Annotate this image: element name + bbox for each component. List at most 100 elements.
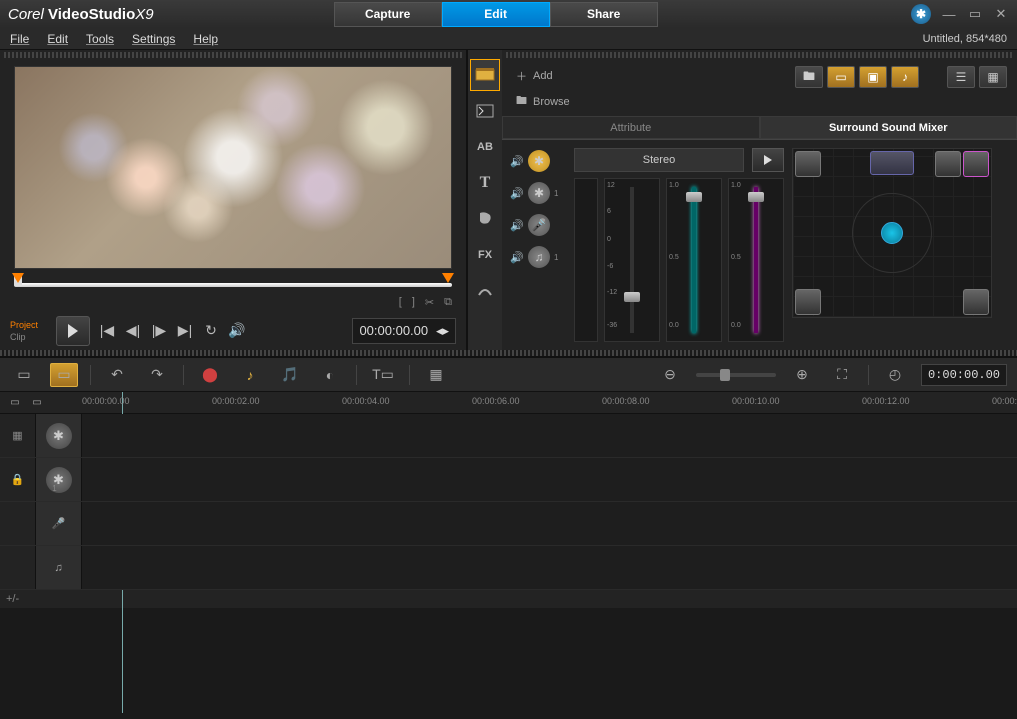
track-motion-icon[interactable]: ◐ [316, 363, 344, 387]
mark-out-icon[interactable] [442, 273, 454, 283]
menu-file[interactable]: File [10, 32, 29, 46]
tab-edit[interactable]: Edit [442, 2, 550, 27]
minimize-icon[interactable]: — [941, 6, 957, 22]
list-view-icon[interactable]: ☰ [947, 66, 975, 88]
voice-track-selector[interactable]: 🎤 [528, 214, 550, 236]
center-fader[interactable]: 1.0 0.5 0.0 [666, 178, 722, 342]
scissors-icon[interactable]: ✂ [425, 296, 434, 309]
channel-mode-dropdown[interactable]: Stereo [574, 148, 744, 172]
title-tab-icon[interactable]: T [470, 167, 500, 199]
filter-photo-icon[interactable]: ▣ [859, 66, 887, 88]
close-icon[interactable]: ✕ [993, 6, 1009, 22]
menu-settings[interactable]: Settings [132, 32, 175, 46]
ruler-tick: 00:00:00.00 [82, 396, 130, 406]
sub-fader[interactable]: 1.0 0.5 0.0 [728, 178, 784, 342]
next-frame-icon[interactable]: |▶ [149, 321, 169, 341]
help-icon[interactable]: ✱ [911, 4, 931, 24]
mark-in-icon[interactable] [12, 273, 24, 283]
multi-trim-icon[interactable]: ⧉ [444, 296, 452, 309]
track-lock-icon[interactable]: 🔒 [0, 458, 36, 501]
add-folder-button[interactable]: ＋Add [512, 66, 574, 86]
auto-music-icon[interactable]: 🎵 [276, 363, 304, 387]
storyboard-view-icon[interactable]: ▭ [10, 363, 38, 387]
video-track-selector[interactable]: ✱ [528, 150, 550, 172]
preview-viewport[interactable] [14, 66, 452, 269]
graphic-tab-icon[interactable] [470, 203, 500, 235]
ruler-tick: 00:00:04.00 [342, 396, 390, 406]
subtitle-editor-icon[interactable]: T▭ [369, 363, 397, 387]
go-start-icon[interactable]: |◀ [97, 321, 117, 341]
voice-track[interactable]: 🎤 [0, 502, 1017, 546]
video-track[interactable]: ▦ ✱ [0, 414, 1017, 458]
timeline-toolbar: ▭ ▭ ↶ ↷ ⬤ ♪ 🎵 ◐ T▭ ▦ ⊖ ⊕ ⛶ ◴ 0:00:00.00 [0, 356, 1017, 392]
menu-edit[interactable]: Edit [47, 32, 68, 46]
instant-project-icon[interactable] [470, 95, 500, 127]
tab-share[interactable]: Share [550, 2, 658, 27]
zoom-in-icon[interactable]: ⊕ [788, 363, 816, 387]
play-button[interactable] [56, 316, 90, 346]
menu-help[interactable]: Help [193, 32, 218, 46]
timeline-ruler[interactable]: ▭ ▭ 00:00:00.0000:00:02.0000:00:04.0000:… [0, 392, 1017, 414]
overlay-track-selector[interactable]: ✱ [528, 182, 550, 204]
filter-tab-icon[interactable]: FX [470, 239, 500, 271]
add-track-icon[interactable]: +/- [6, 593, 19, 605]
transition-tab-icon[interactable]: AB [470, 131, 500, 163]
tab-surround-mixer[interactable]: Surround Sound Mixer [760, 116, 1017, 139]
menu-tools[interactable]: Tools [86, 32, 114, 46]
vu-meter [574, 178, 598, 342]
workspace: [ ] ✂ ⧉ Project Clip |◀ ◀| |▶ ▶| ↻ 🔊 00:… [0, 50, 1017, 350]
preview-content [15, 67, 451, 268]
timeline-view-icon[interactable]: ▭ [50, 363, 78, 387]
browse-button[interactable]: 🖿Browse [512, 90, 574, 113]
tab-attribute[interactable]: Attribute [502, 116, 760, 139]
path-tab-icon[interactable] [470, 275, 500, 307]
chapter-menu-icon[interactable]: ▭ [28, 395, 46, 411]
thumb-view-icon[interactable]: ▦ [979, 66, 1007, 88]
media-tab-icon[interactable] [470, 59, 500, 91]
repeat-icon[interactable]: ↻ [201, 321, 221, 341]
record-icon[interactable]: ⬤ [196, 363, 224, 387]
volume-icon[interactable]: 🔊 [227, 321, 247, 341]
pan-position-icon[interactable] [881, 222, 903, 244]
preview-timecode[interactable]: 00:00:00.00 ◂▸ [352, 318, 456, 344]
maximize-icon[interactable]: ▭ [967, 6, 983, 22]
multicam-icon[interactable]: ▦ [422, 363, 450, 387]
fit-project-icon[interactable]: ⛶ [828, 363, 856, 387]
speaker-icon[interactable]: 🔊 [510, 251, 524, 264]
scrub-bar[interactable] [14, 275, 452, 292]
preview-mode-toggle[interactable]: Project Clip [10, 319, 52, 343]
filter-video-icon[interactable]: ▭ [827, 66, 855, 88]
surround-pan-pad[interactable] [792, 148, 992, 318]
go-end-icon[interactable]: ▶| [175, 321, 195, 341]
mixer-play-button[interactable] [752, 148, 784, 172]
zoom-slider[interactable] [696, 373, 776, 377]
tab-capture[interactable]: Capture [334, 2, 442, 27]
bracket-out-icon[interactable]: ] [412, 296, 415, 309]
rear-left-speaker-icon [795, 289, 821, 315]
ruler-tick: 00:00:14.00 [992, 396, 1017, 406]
speaker-icon[interactable]: 🔊 [510, 155, 524, 168]
zoom-out-icon[interactable]: ⊖ [656, 363, 684, 387]
prev-frame-icon[interactable]: ◀| [123, 321, 143, 341]
timeline-timecode[interactable]: 0:00:00.00 [921, 364, 1007, 386]
speaker-icon[interactable]: 🔊 [510, 187, 524, 200]
import-folder-icon[interactable]: 🖿 [795, 66, 823, 88]
volume-fader[interactable]: 12 6 0 -6 -12 -36 [604, 178, 660, 342]
project-duration-icon[interactable]: ◴ [881, 363, 909, 387]
library-category-tabs: AB T FX [468, 50, 502, 350]
redo-icon[interactable]: ↷ [143, 363, 171, 387]
overlay-track[interactable]: 🔒 ✱1 [0, 458, 1017, 502]
track-visibility-icon[interactable]: ▦ [0, 414, 36, 457]
panel-grip[interactable] [4, 52, 462, 58]
audio-mode-icon[interactable]: ♪ [236, 363, 264, 387]
ruler-tick: 00:00:12.00 [862, 396, 910, 406]
undo-icon[interactable]: ↶ [103, 363, 131, 387]
speaker-icon[interactable]: 🔊 [510, 219, 524, 232]
marker-menu-icon[interactable]: ▭ [6, 395, 24, 411]
music-track[interactable]: ♫ [0, 546, 1017, 590]
panel-grip[interactable] [506, 52, 1013, 58]
music-track-icon: ♫ [54, 562, 62, 574]
bracket-in-icon[interactable]: [ [399, 296, 402, 309]
filter-audio-icon[interactable]: ♪ [891, 66, 919, 88]
music-track-selector[interactable]: ♫ [528, 246, 550, 268]
